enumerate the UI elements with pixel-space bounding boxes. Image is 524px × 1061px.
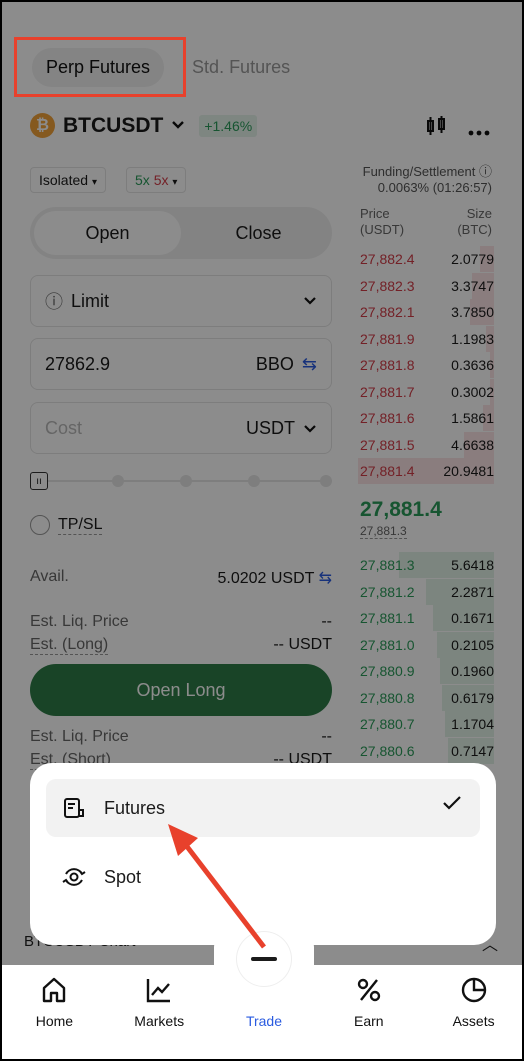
menu-item-futures[interactable]: Futures <box>46 779 480 837</box>
trade-button[interactable] <box>237 932 291 986</box>
futures-icon <box>62 796 86 820</box>
markets-icon <box>144 975 174 1005</box>
nav-home-label: Home <box>35 1013 74 1029</box>
spot-label: Spot <box>104 866 142 887</box>
menu-item-spot[interactable]: Spot <box>46 848 480 906</box>
nav-trade-label: Trade <box>245 1013 283 1029</box>
minus-icon <box>251 957 277 961</box>
check-icon <box>442 795 462 816</box>
nav-markets-label: Markets <box>134 1013 185 1029</box>
nav-markets[interactable]: Markets <box>107 965 212 1059</box>
spot-icon <box>62 865 86 889</box>
nav-home[interactable]: Home <box>2 965 107 1059</box>
annotation-highlight-box <box>14 37 186 97</box>
nav-assets[interactable]: Assets <box>421 965 522 1059</box>
market-type-menu: Futures Spot <box>30 763 496 945</box>
nav-assets-label: Assets <box>452 1013 495 1029</box>
futures-label: Futures <box>104 797 166 818</box>
home-icon <box>39 975 69 1005</box>
screen: Perp Futures Std. Futures ₿ BTCUSDT +1.4… <box>0 0 524 1061</box>
nav-earn[interactable]: Earn <box>316 965 421 1059</box>
nav-earn-label: Earn <box>354 1013 384 1029</box>
pie-chart-icon <box>459 975 489 1005</box>
percent-icon <box>354 975 384 1005</box>
